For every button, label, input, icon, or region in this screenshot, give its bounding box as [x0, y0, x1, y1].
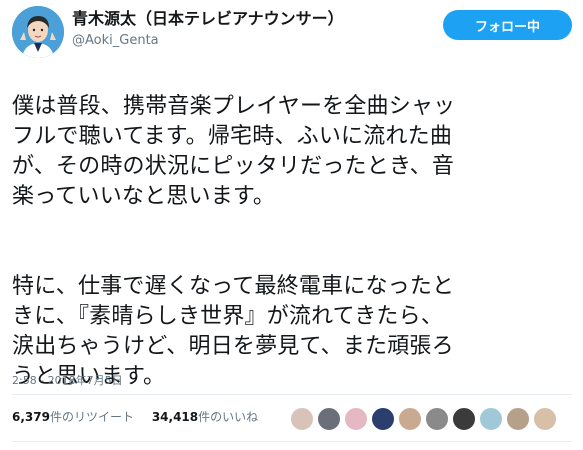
tweet-card: 青木源太（日本テレビアナウンサー） @Aoki_Genta フォロー中 僕は普段… — [0, 0, 583, 450]
liker-avatar[interactable] — [506, 407, 530, 431]
divider — [12, 441, 572, 442]
liker-avatar[interactable] — [425, 407, 449, 431]
retweets-count: 6,379 — [12, 410, 50, 424]
tweet-timestamp[interactable]: 2:58 - 2018年7月5日 — [12, 372, 123, 388]
divider — [12, 394, 572, 395]
avatar-portrait-icon[interactable] — [12, 6, 64, 58]
liker-avatar[interactable] — [344, 407, 368, 431]
liker-avatars — [290, 407, 560, 433]
following-button[interactable]: フォロー中 — [443, 10, 572, 40]
retweets-stat[interactable]: 6,379件のリツイート — [12, 408, 134, 425]
likes-label: 件のいいね — [198, 410, 259, 424]
user-handle[interactable]: @Aoki_Genta — [72, 32, 344, 50]
liker-avatar[interactable] — [290, 407, 314, 431]
liker-avatar[interactable] — [371, 407, 395, 431]
liker-avatar[interactable] — [479, 407, 503, 431]
liker-avatar[interactable] — [533, 407, 557, 431]
likes-count: 34,418 — [151, 410, 199, 424]
retweets-label: 件のリツイート — [49, 410, 134, 424]
tweet-header: 青木源太（日本テレビアナウンサー） @Aoki_Genta フォロー中 — [12, 6, 572, 60]
display-name[interactable]: 青木源太（日本テレビアナウンサー） — [72, 8, 344, 30]
tweet-stats: 6,379件のリツイート 34,418件のいいね — [12, 408, 272, 425]
tweet-text: 僕は普段、携帯音楽プレイヤーを全曲シャッ フルで聴いてます。帰宅時、ふいに流れた… — [12, 62, 576, 422]
liker-avatar[interactable] — [317, 407, 341, 431]
likes-stat[interactable]: 34,418件のいいね — [152, 408, 258, 425]
tweet-paragraph: 僕は普段、携帯音楽プレイヤーを全曲シャッ フルで聴いてます。帰宅時、ふいに流れた… — [12, 94, 456, 209]
author-names: 青木源太（日本テレビアナウンサー） @Aoki_Genta — [72, 8, 344, 50]
liker-avatar[interactable] — [398, 407, 422, 431]
liker-avatar[interactable] — [452, 407, 476, 431]
